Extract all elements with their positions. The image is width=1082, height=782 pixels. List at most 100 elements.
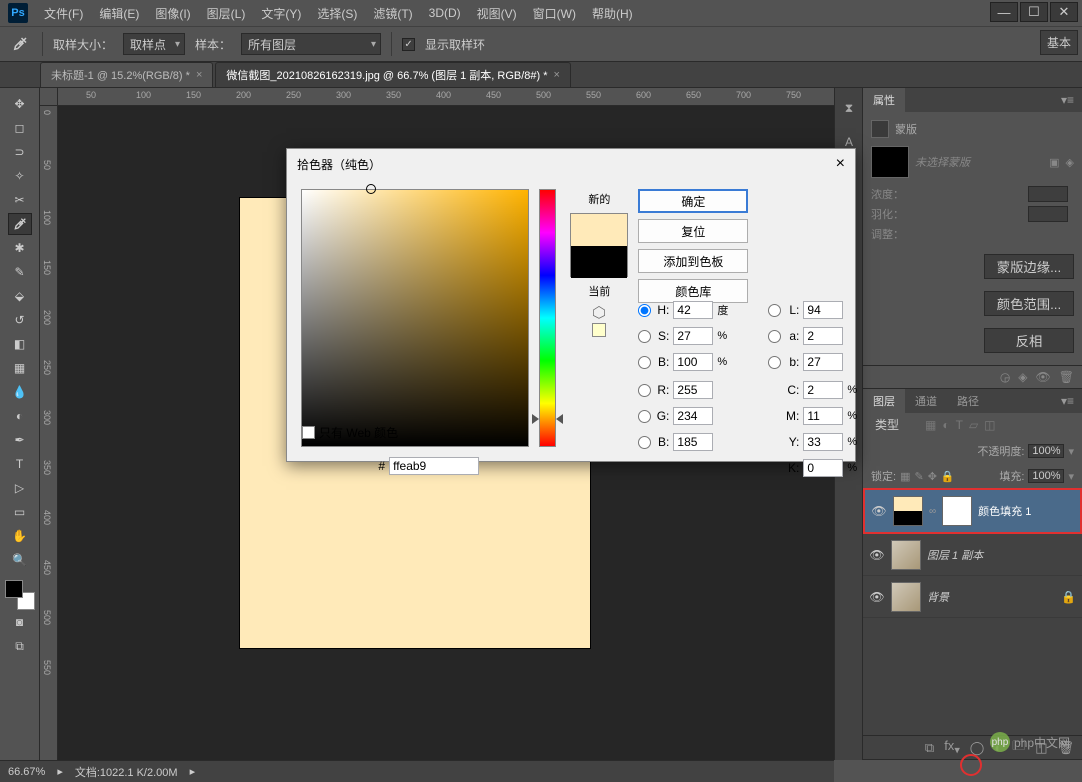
dodge-tool[interactable]: ◐ — [8, 405, 32, 427]
l-input[interactable] — [803, 301, 843, 319]
hand-tool[interactable]: ✋ — [8, 525, 32, 547]
layer-name[interactable]: 背景 — [927, 589, 949, 605]
filter-shape-icon[interactable]: ▱ — [969, 418, 978, 432]
eyedropper-tool[interactable] — [8, 213, 32, 235]
marquee-tool[interactable]: ◻ — [8, 117, 32, 139]
layer-name[interactable]: 颜色填充 1 — [978, 503, 1031, 519]
b-input[interactable] — [673, 353, 713, 371]
menu-filter[interactable]: 滤镜(T) — [365, 1, 420, 26]
toggle-mask-icon[interactable]: 👁 — [1036, 370, 1051, 384]
filter-type-icon[interactable]: T — [956, 418, 963, 432]
filter-pixel-icon[interactable]: ▦ — [925, 418, 936, 432]
lock-all-icon[interactable]: 🔒 — [941, 470, 955, 483]
path-tool[interactable]: ▷ — [8, 477, 32, 499]
zoom-level[interactable]: 66.67% — [8, 766, 45, 778]
saturation-field[interactable] — [301, 189, 529, 447]
r-input[interactable] — [673, 381, 713, 399]
layer-name[interactable]: 图层 1 副本 — [927, 547, 983, 563]
document-tab-2[interactable]: 微信截图_20210826162319.jpg @ 66.7% (图层 1 副本… — [215, 62, 571, 87]
properties-tab[interactable]: 属性 — [863, 88, 905, 112]
quickmask-tool[interactable]: ◙ — [8, 611, 32, 633]
layer-thumbnail[interactable] — [893, 496, 923, 526]
lab-b-radio[interactable] — [768, 356, 781, 369]
c-input[interactable] — [803, 381, 843, 399]
fx-icon[interactable]: fx▾ — [944, 738, 960, 757]
link-layers-icon[interactable]: ⧉ — [925, 740, 934, 756]
status-menu-icon[interactable]: ▸ — [190, 765, 196, 778]
rgb-b-input[interactable] — [673, 433, 713, 451]
pen-tool[interactable]: ✒ — [8, 429, 32, 451]
type-tool[interactable]: T — [8, 453, 32, 475]
dialog-close-icon[interactable]: × — [836, 155, 845, 173]
move-tool[interactable]: ✥ — [8, 93, 32, 115]
color-marker[interactable] — [366, 184, 376, 194]
mask-edge-button[interactable]: 蒙版边缘... — [984, 254, 1074, 279]
a-input[interactable] — [803, 327, 843, 345]
history-panel-icon[interactable]: ⧗ — [835, 94, 863, 122]
l-radio[interactable] — [768, 304, 781, 317]
r-radio[interactable] — [638, 384, 651, 397]
zoom-tool[interactable]: 🔍 — [8, 549, 32, 571]
lock-trans-icon[interactable]: ▦ — [900, 470, 910, 483]
wand-tool[interactable]: ✧ — [8, 165, 32, 187]
color-range-button[interactable]: 颜色范围... — [984, 291, 1074, 316]
lock-pos-icon[interactable]: ✥ — [928, 470, 937, 483]
y-input[interactable] — [803, 433, 843, 451]
layer-row[interactable]: 👁 背景 🔒 — [863, 576, 1082, 618]
h-radio[interactable] — [638, 304, 651, 317]
fill-value[interactable]: 100% — [1028, 469, 1064, 483]
brush-tool[interactable]: ✎ — [8, 261, 32, 283]
visibility-icon[interactable]: 👁 — [871, 504, 887, 518]
lock-paint-icon[interactable]: ✎ — [914, 470, 923, 483]
web-only-checkbox[interactable] — [302, 426, 315, 439]
g-input[interactable] — [673, 407, 713, 425]
lasso-tool[interactable]: ⊃ — [8, 141, 32, 163]
menu-file[interactable]: 文件(F) — [36, 1, 91, 26]
status-expand-icon[interactable]: ▸ — [57, 765, 63, 778]
shape-tool[interactable]: ▭ — [8, 501, 32, 523]
menu-edit[interactable]: 编辑(E) — [91, 1, 147, 26]
vector-mask-icon[interactable]: ◈ — [1066, 156, 1074, 169]
rgb-b-radio[interactable] — [638, 436, 651, 449]
layer-thumbnail[interactable] — [891, 582, 921, 612]
ok-button[interactable]: 确定 — [638, 189, 748, 213]
menu-image[interactable]: 图像(I) — [147, 1, 198, 26]
b-radio[interactable] — [638, 356, 651, 369]
layer-filter-dropdown[interactable]: 类型 — [871, 415, 919, 434]
menu-select[interactable]: 选择(S) — [309, 1, 365, 26]
mask-icon[interactable]: ◯ — [970, 740, 985, 756]
opacity-value[interactable]: 100% — [1028, 444, 1064, 458]
s-radio[interactable] — [638, 330, 651, 343]
filter-smart-icon[interactable]: ◫ — [984, 418, 995, 432]
paths-tab[interactable]: 路径 — [947, 389, 989, 413]
apply-mask-icon[interactable]: ◈ — [1018, 370, 1027, 384]
color-swatches[interactable] — [5, 580, 35, 610]
menu-type[interactable]: 文字(Y) — [253, 1, 309, 26]
filter-adjust-icon[interactable]: ◐ — [942, 418, 949, 432]
g-radio[interactable] — [638, 410, 651, 423]
layer-row[interactable]: 👁 ∞ 颜色填充 1 — [863, 488, 1082, 534]
websafe-swatch[interactable] — [592, 323, 606, 337]
close-button[interactable]: ✕ — [1050, 2, 1078, 22]
visibility-icon[interactable]: 👁 — [869, 548, 885, 562]
reset-button[interactable]: 复位 — [638, 219, 748, 243]
gradient-tool[interactable]: ▦ — [8, 357, 32, 379]
stamp-tool[interactable]: ⬙ — [8, 285, 32, 307]
hue-slider[interactable] — [539, 189, 557, 447]
a-radio[interactable] — [768, 330, 781, 343]
eraser-tool[interactable]: ◧ — [8, 333, 32, 355]
minimize-button[interactable]: — — [990, 2, 1018, 22]
feather-value[interactable] — [1028, 206, 1068, 222]
foreground-color-swatch[interactable] — [5, 580, 23, 598]
gamut-warning-icon[interactable] — [592, 305, 606, 319]
maximize-button[interactable]: ☐ — [1020, 2, 1048, 22]
history-brush-tool[interactable]: ↺ — [8, 309, 32, 331]
mask-thumbnail[interactable] — [942, 496, 972, 526]
delete-mask-icon[interactable]: 🗑 — [1059, 370, 1074, 384]
tab-close-icon[interactable]: × — [196, 69, 202, 81]
menu-layer[interactable]: 图层(L) — [199, 1, 254, 26]
show-ring-checkbox[interactable]: ✓ — [402, 38, 415, 51]
layers-tab[interactable]: 图层 — [863, 389, 905, 413]
s-input[interactable] — [673, 327, 713, 345]
add-swatch-button[interactable]: 添加到色板 — [638, 249, 748, 273]
